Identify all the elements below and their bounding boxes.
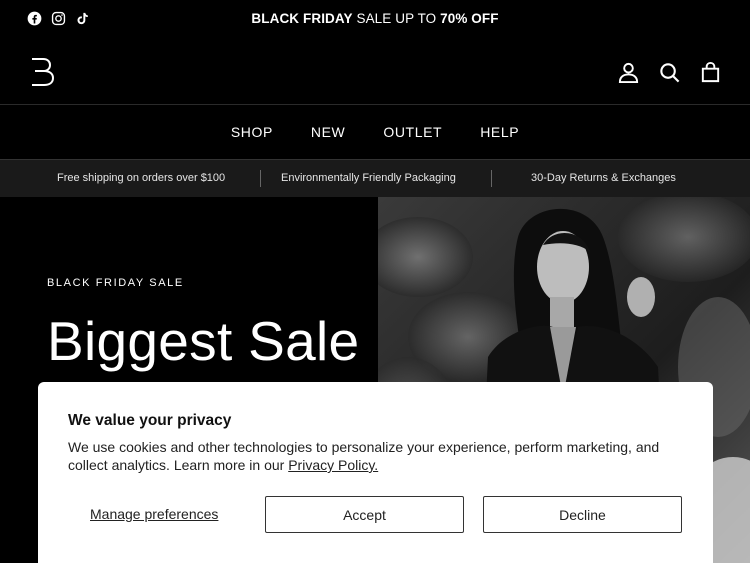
main-nav: SHOP NEW OUTLET HELP [0,106,750,160]
usp-divider [491,170,492,187]
announcement-bar: BLACK FRIDAY SALE UP TO 70% OFF [0,0,750,38]
nav-item-help[interactable]: HELP [461,124,538,140]
nav-items: SHOP NEW OUTLET HELP [0,124,750,140]
cookie-consent-dialog: We value your privacy We use cookies and… [38,382,713,563]
search-icon[interactable] [658,61,681,84]
nav-item-outlet[interactable]: OUTLET [364,124,461,140]
promo-message: BLACK FRIDAY SALE UP TO 70% OFF [0,11,750,26]
usp-bar: Free shipping on orders over $100 Enviro… [0,160,750,197]
site-header [0,38,750,105]
promo-bold-percent: 70% OFF [440,11,499,26]
cart-bag-icon[interactable] [699,61,722,84]
nav-item-shop[interactable]: SHOP [212,124,292,140]
cookie-description: We use cookies and other technologies to… [68,438,678,474]
promo-bold-black-friday: BLACK FRIDAY [251,11,353,26]
usp-returns: 30-Day Returns & Exchanges [531,172,676,184]
account-icon[interactable] [617,61,640,84]
usp-free-shipping: Free shipping on orders over $100 [57,172,226,184]
cookie-title: We value your privacy [68,412,232,429]
brand-logo[interactable] [29,57,57,87]
accept-button[interactable]: Accept [265,496,464,533]
privacy-policy-link[interactable]: Privacy Policy. [288,457,378,473]
header-actions [617,61,722,84]
manage-preferences-link[interactable]: Manage preferences [90,506,218,522]
decline-button[interactable]: Decline [483,496,682,533]
usp-divider [260,170,261,187]
nav-item-new[interactable]: NEW [292,124,364,140]
usp-eco-packaging: Environmentally Friendly Packaging [281,172,456,184]
hero-kicker: BLACK FRIDAY SALE [47,277,184,289]
hero-title: Biggest Sale [47,310,360,372]
promo-regular-text: SALE UP TO [352,11,441,26]
